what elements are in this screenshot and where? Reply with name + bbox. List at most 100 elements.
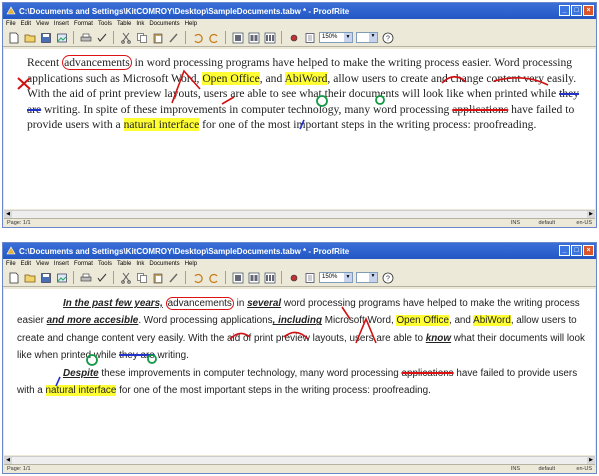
status-page: Page: 1/1 [7,466,31,472]
document-text[interactable]: Recent advancements in word processing p… [27,55,587,133]
menu-format[interactable]: Format [74,261,93,267]
menu-tools[interactable]: Tools [98,21,112,27]
menu-insert[interactable]: Insert [54,21,69,27]
minimize-button[interactable]: _ [559,245,570,256]
pen-icon[interactable] [167,31,180,44]
menu-format[interactable]: Format [74,21,93,27]
document-text[interactable]: In the past few years, advancements in s… [17,295,589,399]
spellcheck-icon[interactable] [95,31,108,44]
help-icon[interactable]: ? [381,31,394,44]
save-icon[interactable] [39,31,52,44]
open-folder-icon[interactable] [23,271,36,284]
menu-help[interactable]: Help [185,21,197,27]
close-button[interactable]: × [583,245,594,256]
pen-icon[interactable] [167,271,180,284]
menu-insert[interactable]: Insert [54,261,69,267]
help-icon[interactable]: ? [381,271,394,284]
layout-one-column-icon[interactable] [231,31,244,44]
copy-icon[interactable] [135,31,148,44]
zoom-select[interactable]: 150% ▼ [319,32,353,43]
new-document-icon[interactable] [7,31,20,44]
style-select[interactable]: ▼ [356,272,378,283]
save-icon[interactable] [39,271,52,284]
menu-help[interactable]: Help [185,261,197,267]
toolbar-separator [281,31,282,44]
layout-three-column-icon[interactable] [263,31,276,44]
menu-tools[interactable]: Tools [98,261,112,267]
layout-three-column-icon[interactable] [263,271,276,284]
undo-icon[interactable] [191,271,204,284]
text-run: , and [259,71,285,85]
scroll-right-icon[interactable]: ▶ [587,457,595,464]
highlighted-text: natural interface [45,385,117,397]
style-select[interactable]: ▼ [356,32,378,43]
image-icon[interactable] [55,271,68,284]
print-icon[interactable] [79,31,92,44]
scroll-right-icon[interactable]: ▶ [587,211,595,218]
zoom-value: 150% [322,274,338,280]
cut-icon[interactable] [119,271,132,284]
redo-icon[interactable] [207,31,220,44]
menu-file[interactable]: File [6,261,16,267]
image-icon[interactable] [55,31,68,44]
cut-icon[interactable] [119,31,132,44]
menu-documents[interactable]: Documents [149,21,179,27]
menu-edit[interactable]: Edit [21,261,31,267]
text-run: for one of the most important steps in t… [116,385,431,397]
circled-word: advancements [165,297,234,310]
menu-table[interactable]: Table [117,21,131,27]
menu-table[interactable]: Table [117,261,131,267]
zoom-value: 150% [322,34,338,40]
title-bar[interactable]: C:\Documents and Settings\KitCOMROY\Desk… [3,243,596,259]
window-title: C:\Documents and Settings\KitCOMROY\Desk… [19,6,350,16]
menu-edit[interactable]: Edit [21,21,31,27]
text-run: Recent [27,56,63,69]
app-icon [6,246,16,255]
menu-view[interactable]: View [36,261,49,267]
toolbar-separator [225,271,226,284]
zoom-select[interactable]: 150% ▼ [319,272,353,283]
status-mode: INS [510,220,520,226]
menu-ink[interactable]: Ink [136,21,144,27]
inserted-text: and more accesible [46,315,139,327]
close-button[interactable]: × [583,5,594,16]
horizontal-scrollbar[interactable]: ◀ ▶ [4,210,595,218]
document-area[interactable]: Recent advancements in word processing p… [4,49,595,209]
menu-documents[interactable]: Documents [149,261,179,267]
scroll-left-icon[interactable]: ◀ [4,211,12,218]
menu-ink[interactable]: Ink [136,261,144,267]
paste-icon[interactable] [151,31,164,44]
inserted-text: , including [272,315,322,327]
toolbar: 150% ▼ ▼ ? [3,269,596,287]
title-bar[interactable]: C:\Documents and Settings\KitCOMROY\Desk… [3,3,596,19]
settings-icon[interactable] [287,271,300,284]
toolbar-separator [73,271,74,284]
page-icon[interactable] [303,271,316,284]
print-icon[interactable] [79,271,92,284]
horizontal-scrollbar[interactable]: ◀ ▶ [4,456,595,464]
status-page: Page: 1/1 [7,220,31,226]
paste-icon[interactable] [151,271,164,284]
text-run: writing. [154,350,189,362]
minimize-button[interactable]: _ [559,5,570,16]
undo-icon[interactable] [191,31,204,44]
inserted-text: In the past few years, [63,298,163,309]
open-folder-icon[interactable] [23,31,36,44]
maximize-button[interactable]: □ [571,245,582,256]
page-icon[interactable] [303,31,316,44]
menu-view[interactable]: View [36,21,49,27]
maximize-button[interactable]: □ [571,5,582,16]
layout-two-column-icon[interactable] [247,271,260,284]
spellcheck-icon[interactable] [95,271,108,284]
document-area[interactable]: In the past few years, advancements in s… [4,289,595,455]
toolbar-separator [113,271,114,284]
copy-icon[interactable] [135,271,148,284]
new-document-icon[interactable] [7,271,20,284]
highlighted-text: AbiWord [284,71,328,85]
redo-icon[interactable] [207,271,220,284]
scroll-left-icon[interactable]: ◀ [4,457,12,464]
settings-icon[interactable] [287,31,300,44]
menu-file[interactable]: File [6,21,16,27]
layout-one-column-icon[interactable] [231,271,244,284]
layout-two-column-icon[interactable] [247,31,260,44]
